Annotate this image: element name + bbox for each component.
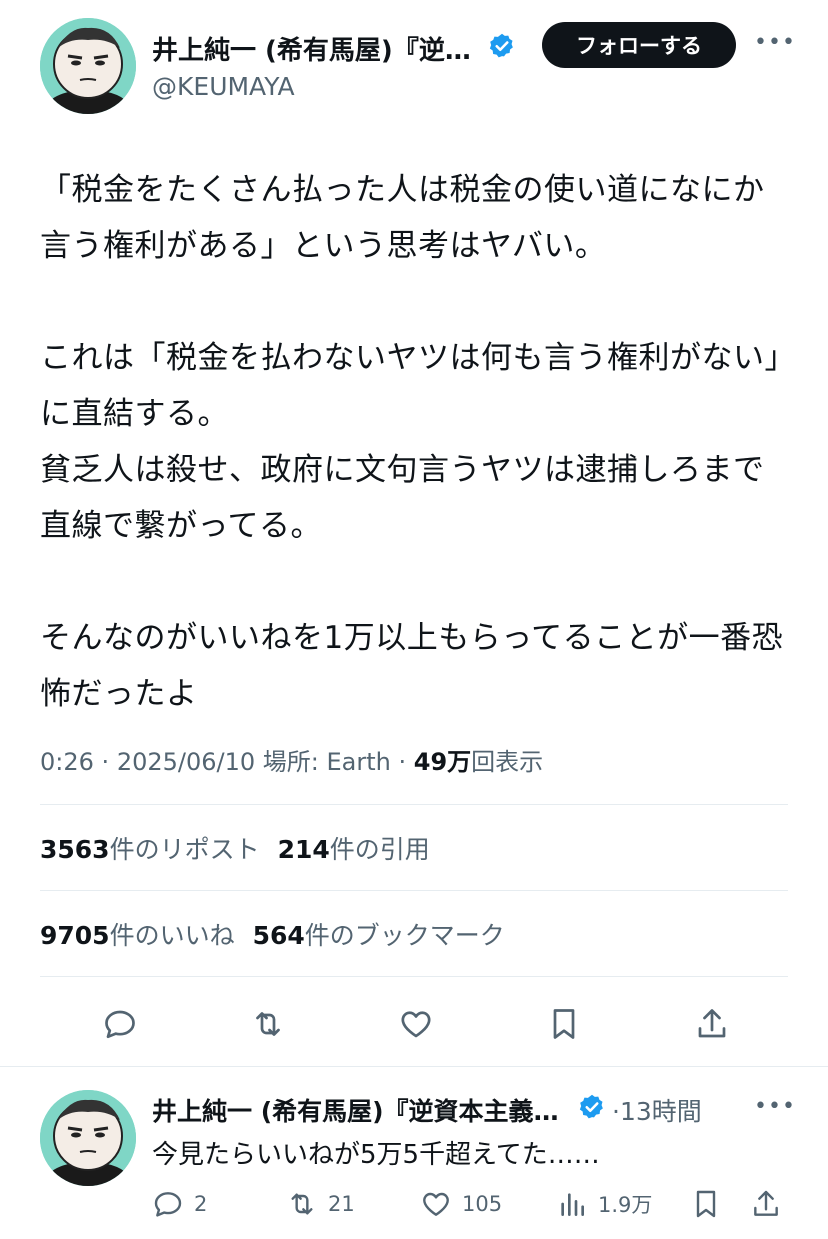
author-handle[interactable]: @KEUMAYA (152, 72, 295, 101)
share-icon (698, 1009, 726, 1038)
reply-text: 今見たらいいねが5万5千超えてた…… (152, 1140, 600, 1170)
reply-icon (105, 1010, 135, 1039)
verified-badge-icon (579, 1094, 603, 1119)
share-button[interactable] (690, 1000, 734, 1048)
reply-replies-count: 2 (194, 1192, 208, 1216)
author-avatar[interactable] (40, 18, 136, 114)
like-stats: 9705件のいいね 564件のブックマーク (40, 916, 505, 952)
reply-likes-count: 105 (462, 1192, 503, 1216)
reposts-count: 3563 (40, 835, 110, 864)
reply-more-options-icon[interactable]: ••• (754, 1094, 796, 1119)
tweet-detail-page: 井上純一 (希有馬屋)『逆資本主義』発売中 @KEUMAYA フォローする ••… (0, 0, 828, 1239)
meta-separator: · (101, 748, 117, 776)
repost-icon (291, 1193, 313, 1215)
likes-count: 9705 (40, 921, 110, 950)
bookmark-icon (553, 1009, 575, 1039)
repost-button[interactable] (246, 1000, 290, 1048)
reply-views-count: 1.9万 (598, 1193, 653, 1217)
bookmarks-stat[interactable]: 564件のブックマーク (253, 921, 505, 950)
likes-stat[interactable]: 9705件のいいね (40, 921, 235, 950)
divider (0, 1066, 828, 1067)
quotes-label: 件の引用 (329, 835, 430, 864)
time-separator: · (612, 1097, 620, 1126)
reply-author-name[interactable]: 井上純一 (希有馬屋)『逆資本主義』発売中 (152, 1092, 572, 1128)
reply-bookmark-button[interactable] (690, 1186, 732, 1222)
reply-reply-button[interactable]: 2 (152, 1186, 207, 1222)
reply-repost-button[interactable]: 21 (286, 1186, 355, 1222)
heart-icon (423, 1192, 449, 1216)
quotes-stat[interactable]: 214件の引用 (278, 835, 430, 864)
reply-share-button[interactable] (750, 1186, 792, 1222)
share-icon (754, 1190, 778, 1216)
more-options-icon[interactable]: ••• (754, 30, 796, 55)
views-label: 回表示 (471, 748, 544, 776)
reply-like-button[interactable]: 105 (420, 1186, 502, 1222)
reply-reposts-count: 21 (328, 1192, 355, 1216)
bookmarks-count: 564 (252, 921, 305, 950)
reposts-label: 件のリポスト (109, 835, 260, 864)
bookmark-icon (696, 1190, 716, 1218)
reply-icon (154, 1192, 182, 1217)
quotes-count: 214 (277, 835, 330, 864)
meta-separator: · (398, 748, 414, 776)
author-name[interactable]: 井上純一 (希有馬屋)『逆資本主義』発売中 (152, 30, 482, 67)
reply-time[interactable]: ·13時間 (612, 1092, 702, 1128)
reply-time-ago: 13時間 (619, 1097, 702, 1126)
likes-label: 件のいいね (109, 921, 235, 950)
heart-icon (401, 1011, 431, 1038)
divider (40, 804, 788, 805)
bookmarks-label: 件のブックマーク (304, 921, 505, 950)
reply-views-button[interactable]: 1.9万 (556, 1186, 652, 1222)
tweet-location: 場所: Earth (262, 748, 391, 776)
tweet-date[interactable]: 2025/06/10 (117, 748, 255, 776)
divider (40, 890, 788, 891)
tweet-meta: 0:26 · 2025/06/10 場所: Earth · 49万回表示 (40, 742, 543, 777)
divider (40, 976, 788, 977)
reply-button[interactable] (98, 1000, 142, 1048)
verified-badge-icon (489, 33, 513, 58)
reposts-stat[interactable]: 3563件のリポスト (40, 835, 260, 864)
tweet-time[interactable]: 0:26 (40, 748, 94, 776)
bookmark-button[interactable] (542, 1000, 586, 1048)
reply-author-avatar[interactable] (40, 1090, 136, 1186)
views-count: 49万 (413, 748, 472, 776)
repost-stats: 3563件のリポスト 214件の引用 (40, 830, 430, 866)
follow-button[interactable]: フォローする (542, 22, 736, 68)
analytics-icon (561, 1193, 584, 1216)
tweet-text: 「税金をたくさん払った人は税金の使い道になにか言う権利がある」という思考はヤバい… (40, 172, 784, 712)
tweet-action-bar (98, 1000, 738, 1050)
repost-icon (256, 1012, 280, 1036)
like-button[interactable] (394, 1000, 438, 1048)
